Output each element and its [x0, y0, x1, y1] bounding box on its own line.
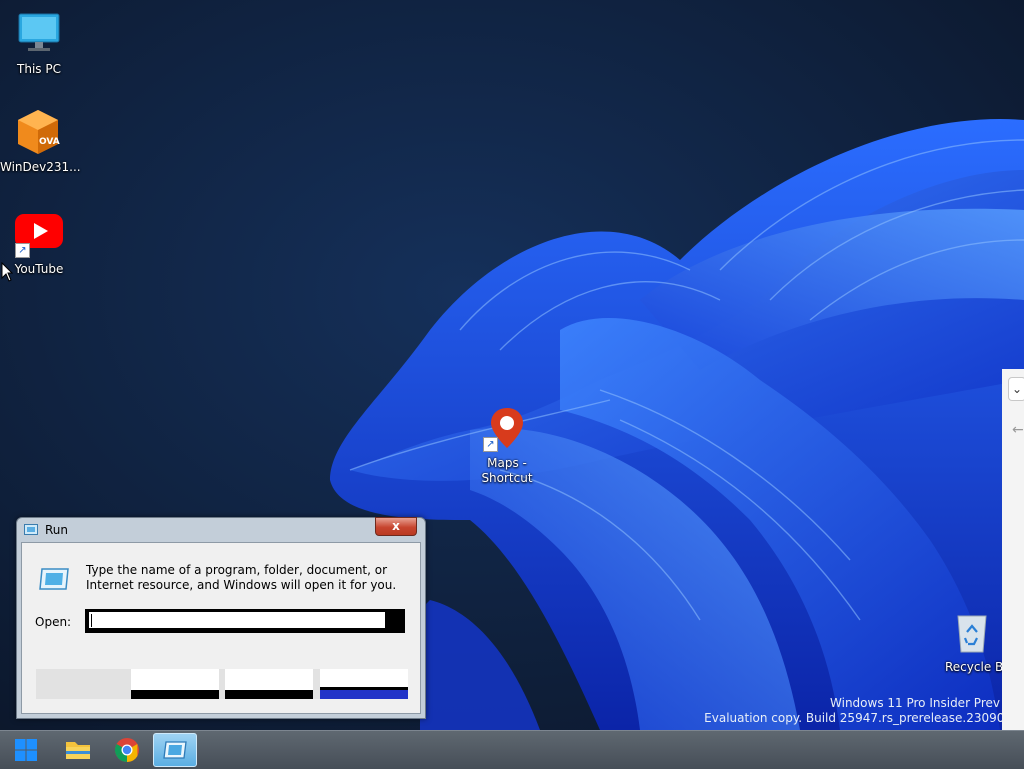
taskbar — [0, 730, 1024, 769]
recycle-bin-icon — [948, 608, 996, 656]
back-arrow-icon[interactable]: ← — [1012, 422, 1024, 438]
mouse-cursor-icon — [1, 262, 13, 282]
desktop-icon-label: Maps - Shortcut — [469, 456, 545, 486]
run-icon — [39, 568, 69, 590]
open-label: Open: — [35, 615, 72, 629]
windev-package-icon: OVA — [14, 108, 62, 156]
chrome-icon — [114, 738, 139, 762]
watermark-line-1: Windows 11 Pro Insider Prev — [830, 696, 1000, 710]
run-title: Run — [45, 523, 69, 537]
run-description: Type the name of a program, folder, docu… — [86, 563, 397, 592]
cancel-button[interactable] — [225, 669, 313, 699]
offscreen-window-edge[interactable]: ⌄ ← — [1002, 369, 1024, 730]
os-watermark-build: Evaluation copy. Build 25947.rs_prerelea… — [680, 711, 1024, 725]
text-caret — [91, 614, 92, 627]
start-button[interactable] — [4, 733, 48, 767]
run-dialog[interactable]: Run x Type the name of a program, folder… — [16, 517, 426, 719]
svg-text:OVA: OVA — [39, 137, 60, 147]
taskbar-file-explorer[interactable] — [56, 733, 100, 767]
close-button[interactable]: x — [375, 517, 417, 536]
windows-logo-icon — [15, 739, 37, 761]
ok-button[interactable] — [131, 669, 219, 699]
shortcut-arrow-icon: ↗ — [15, 243, 30, 258]
chevron-down-icon[interactable]: ⌄ — [1008, 377, 1024, 401]
watermark-line-2: Evaluation copy. Build 25947.rs_prerelea… — [704, 711, 1024, 725]
desktop-icon-label: This PC — [17, 62, 61, 76]
run-icon — [24, 524, 38, 535]
folder-icon — [66, 742, 90, 759]
desktop-icon-this-pc[interactable]: This PC — [1, 10, 77, 77]
desktop-icon-label: WinDev231... — [0, 160, 81, 174]
maps-icon: ↗ — [483, 404, 531, 452]
youtube-icon: ↗ — [15, 210, 63, 258]
desktop-icon-windev[interactable]: OVA WinDev231... — [0, 108, 81, 175]
close-icon: x — [392, 519, 400, 533]
label-line-2: Shortcut — [481, 471, 533, 485]
label-line-1: Maps - — [487, 456, 527, 470]
shortcut-arrow-icon: ↗ — [483, 437, 498, 452]
run-icon — [163, 741, 187, 759]
taskbar-run[interactable] — [153, 733, 197, 767]
desktop-icon-maps-shortcut[interactable]: ↗ Maps - Shortcut — [469, 404, 545, 486]
open-input[interactable] — [89, 612, 385, 628]
run-body: Type the name of a program, folder, docu… — [21, 542, 421, 714]
run-titlebar[interactable]: Run x — [17, 517, 425, 542]
taskbar-chrome[interactable] — [105, 733, 149, 767]
os-watermark: Windows 11 Pro Insider Prev — [724, 696, 1024, 710]
open-combobox[interactable] — [85, 609, 405, 633]
this-pc-icon — [15, 10, 63, 58]
browse-button[interactable] — [320, 669, 408, 699]
